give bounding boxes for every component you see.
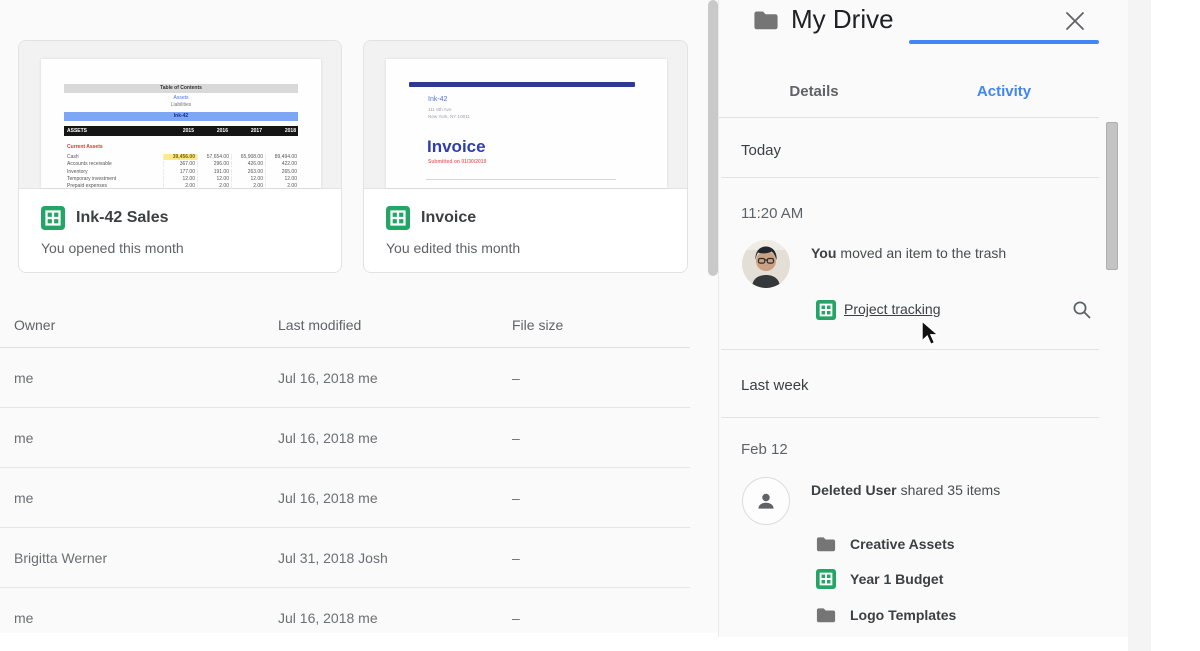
file-list-header: Owner Last modified File size xyxy=(0,300,690,348)
folder-icon xyxy=(753,9,779,31)
shared-item-label: Creative Assets xyxy=(850,536,955,552)
preview-data-row: Temporary investment 12.00 12.00 12.00 1… xyxy=(67,176,299,183)
shared-item-label: Logo Templates xyxy=(850,607,956,623)
column-header-file-size[interactable]: File size xyxy=(512,317,563,333)
cell-last-modified: Jul 16, 2018 me xyxy=(278,490,378,506)
file-card-title: Invoice xyxy=(421,209,476,227)
file-card-footer: Ink-42 Sales You opened this month xyxy=(19,189,341,273)
drive-screen: Table of Contents Assets Liabilities Ink… xyxy=(0,0,1200,651)
file-card-thumbnail: Table of Contents Assets Liabilities Ink… xyxy=(19,41,341,189)
invoice-company: Ink-42 xyxy=(428,96,447,103)
tab-activity[interactable]: Activity xyxy=(909,75,1099,117)
preview-data-row: Inventory 177.00 191.00 263.00 265.00 xyxy=(67,168,299,175)
cell-last-modified: Jul 16, 2018 me xyxy=(278,370,378,386)
file-card-ink42-sales[interactable]: Table of Contents Assets Liabilities Ink… xyxy=(18,40,342,273)
file-card-title: Ink-42 Sales xyxy=(76,209,169,227)
table-row[interactable]: Brigitta Werner Jul 31, 2018 Josh – xyxy=(0,528,690,588)
invoice-preview: Ink-42 111 8th Ave New York, NY 10011 In… xyxy=(386,59,667,188)
section-divider xyxy=(721,177,1099,178)
preview-sheet-band: Ink-42 xyxy=(64,112,298,121)
column-header-owner[interactable]: Owner xyxy=(14,317,55,333)
file-card-subtitle: You opened this month xyxy=(41,240,184,256)
table-row[interactable]: me Jul 16, 2018 me – xyxy=(0,468,690,528)
sheets-icon xyxy=(816,300,836,320)
invoice-doc-title: Invoice xyxy=(427,137,486,157)
activity-time: 11:20 AM xyxy=(741,205,803,222)
column-header-last-modified[interactable]: Last modified xyxy=(278,317,361,333)
invoice-top-rule xyxy=(409,82,635,87)
file-card-subtitle: You edited this month xyxy=(386,240,520,256)
avatar-generic xyxy=(742,477,790,525)
cell-owner: Brigitta Werner xyxy=(14,550,107,566)
window-scrollbar-track[interactable] xyxy=(1128,0,1151,651)
folder-icon xyxy=(816,534,836,554)
cell-last-modified: Jul 16, 2018 me xyxy=(278,430,378,446)
cell-file-size: – xyxy=(512,490,520,506)
file-link-project-tracking[interactable]: Project tracking xyxy=(844,301,940,317)
section-header-last-week: Last week xyxy=(741,377,809,394)
file-list-table: Owner Last modified File size me Jul 16,… xyxy=(0,300,690,633)
panel-scrollbar-thumb[interactable] xyxy=(1106,122,1118,270)
cell-owner: me xyxy=(14,430,33,446)
shared-item-creative-assets[interactable]: Creative Assets xyxy=(816,533,1096,557)
cell-last-modified: Jul 16, 2018 me xyxy=(278,610,378,626)
file-browser-area: Table of Contents Assets Liabilities Ink… xyxy=(0,0,718,633)
details-activity-panel: My Drive Details Activity Today 11:20 AM… xyxy=(718,0,1128,637)
cell-owner: me xyxy=(14,490,33,506)
shared-item-logo-templates[interactable]: Logo Templates xyxy=(816,604,1096,628)
cell-owner: me xyxy=(14,610,33,626)
shared-item-year-1-budget[interactable]: Year 1 Budget xyxy=(816,568,1096,592)
preview-toc-liabilities: Liabilities xyxy=(64,102,298,108)
activity-description: Deleted Usershared 35 items xyxy=(811,482,1000,498)
preview-toc-title: Table of Contents xyxy=(64,84,298,93)
section-header-today: Today xyxy=(741,142,781,159)
preview-toc-assets: Assets xyxy=(64,95,298,101)
search-icon[interactable] xyxy=(1072,300,1092,320)
person-icon xyxy=(752,487,780,515)
preview-data-row: Accounts receivable 367.00 296.00 426.00… xyxy=(67,161,299,168)
sheets-icon xyxy=(816,569,836,589)
cell-file-size: – xyxy=(512,370,520,386)
activity-action: shared 35 items xyxy=(901,482,1001,498)
preview-data-row: Cash 39,456.00 57,654.00 65,908.00 89,49… xyxy=(67,153,299,160)
table-row[interactable]: me Jul 16, 2018 me – xyxy=(0,588,690,633)
invoice-address-line2: New York, NY 10011 xyxy=(428,114,470,119)
activity-action: moved an item to the trash xyxy=(840,245,1006,261)
avatar xyxy=(742,240,790,288)
cell-file-size: – xyxy=(512,430,520,446)
activity-actor: Deleted User xyxy=(811,482,897,498)
file-card-invoice[interactable]: Ink-42 111 8th Ave New York, NY 10011 In… xyxy=(363,40,688,273)
content-scrollbar-thumb[interactable] xyxy=(708,0,718,276)
table-row[interactable]: me Jul 16, 2018 me – xyxy=(0,408,690,468)
sheets-icon xyxy=(386,206,410,230)
shared-item-label: Year 1 Budget xyxy=(850,571,943,587)
spreadsheet-preview: Table of Contents Assets Liabilities Ink… xyxy=(41,59,321,188)
preview-header-row: ASSETS 2015 2016 2017 2018 xyxy=(64,126,298,136)
activity-actor: You xyxy=(811,245,836,261)
activity-target-row: Project tracking xyxy=(816,298,1096,322)
cell-file-size: – xyxy=(512,550,520,566)
file-card-thumbnail: Ink-42 111 8th Ave New York, NY 10011 In… xyxy=(364,41,687,189)
panel-title: My Drive xyxy=(791,4,894,35)
tab-details[interactable]: Details xyxy=(719,75,909,117)
cell-file-size: – xyxy=(512,610,520,626)
section-divider xyxy=(721,349,1099,350)
panel-tabs: Details Activity xyxy=(719,75,1099,118)
table-row[interactable]: me Jul 16, 2018 me – xyxy=(0,348,690,408)
file-card-footer: Invoice You edited this month xyxy=(364,189,687,273)
activity-description: Youmoved an item to the trash xyxy=(811,245,1006,261)
invoice-address-line1: 111 8th Ave xyxy=(428,107,452,112)
invoice-submitted-note: Submitted on 01/30/2019 xyxy=(428,159,486,165)
cell-last-modified: Jul 31, 2018 Josh xyxy=(278,550,388,566)
preview-section-label: Current Assets xyxy=(67,144,103,150)
sheets-icon xyxy=(41,206,65,230)
activity-date: Feb 12 xyxy=(741,441,788,458)
section-divider xyxy=(721,417,1099,418)
cell-owner: me xyxy=(14,370,33,386)
active-tab-indicator xyxy=(909,40,1099,44)
invoice-divider xyxy=(426,179,616,180)
user-photo xyxy=(742,240,790,288)
close-icon[interactable] xyxy=(1063,9,1087,33)
folder-icon xyxy=(816,605,836,625)
